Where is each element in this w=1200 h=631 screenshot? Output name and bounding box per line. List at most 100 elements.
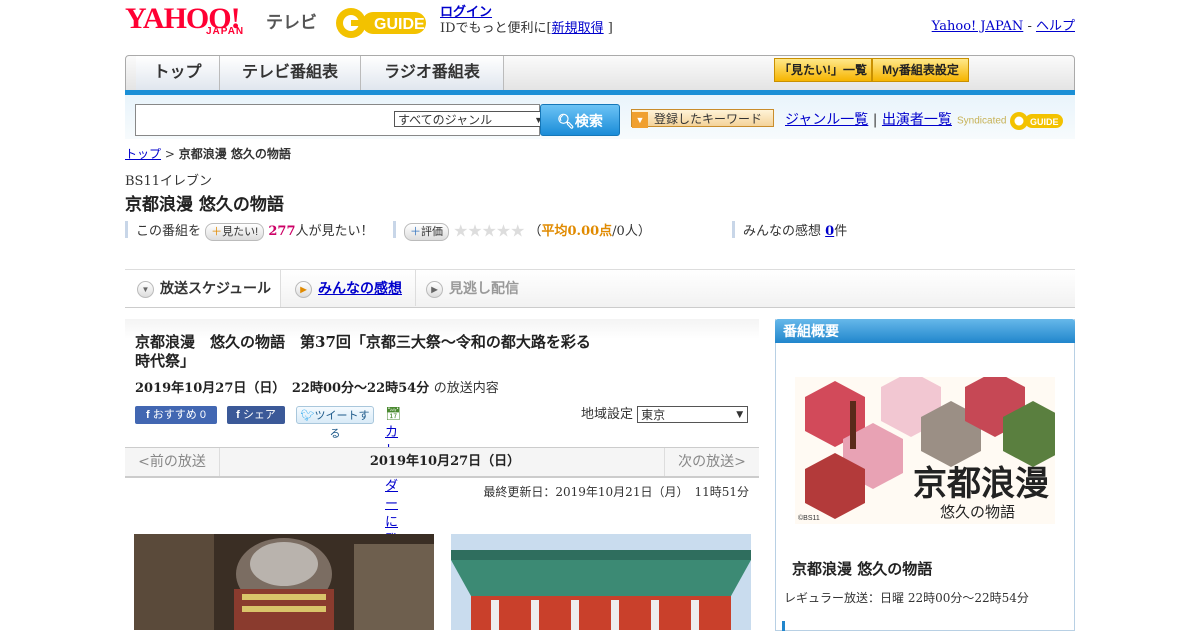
login-link[interactable]: ログイン [440, 5, 492, 20]
region-select[interactable]: 東京 ▼ [637, 406, 749, 423]
rating-divider [393, 221, 396, 238]
samurai-armor-image [134, 534, 434, 630]
facebook-share-button[interactable]: f シェア [227, 406, 285, 424]
chevron-down-icon: ▼ [137, 280, 154, 298]
facebook-share-label: シェア [242, 409, 276, 421]
mitai-button-label: 見たい! [222, 225, 259, 238]
performer-list-link[interactable]: 出演者一覧 [882, 112, 952, 128]
search-button[interactable]: 🔍︎検索 [540, 104, 620, 136]
nav-tab-tv-schedule[interactable]: テレビ番組表 [220, 56, 361, 90]
episode-title: 京都浪漫 悠久の物語 第37回「京都三大祭～令和の都大路を彩る時代祭」 [135, 333, 591, 370]
rating-average: 平均0.00点 [541, 224, 613, 239]
search-links: ジャンル一覧 | 出演者一覧 [785, 109, 952, 129]
impressions-group: みんなの感想 0件 [743, 220, 847, 239]
rate-button-label: 評価 [421, 225, 443, 238]
rating-divider [125, 221, 128, 238]
impressions-count-link[interactable]: 0 [825, 224, 834, 239]
rate-button[interactable]: ＋評価 [404, 222, 449, 241]
mitai-group: この番組を ＋見たい! 277人が見たい！ [136, 220, 374, 241]
program-overview-heading: 番組概要 [775, 319, 1075, 343]
episode-photo-shrine [451, 534, 751, 630]
tweet-label: ツイートする [314, 410, 370, 440]
impressions-suffix: 件 [834, 224, 848, 239]
plus-icon: ＋ [410, 225, 421, 238]
sidebar-program-title: 京都浪漫 悠久の物語 [792, 560, 933, 578]
svg-text:GUIDE: GUIDE [1030, 117, 1059, 127]
mitai-count: 277 [268, 224, 296, 239]
search-icon: 🔍︎ [557, 113, 575, 129]
plus-icon: ＋ [211, 225, 223, 238]
my-program-button[interactable]: My番組表設定 [872, 58, 969, 82]
main-navbar: トップ テレビ番組表 ラジオ番組表 「見たい!」一覧 My番組表設定 [125, 55, 1075, 91]
breadcrumb-separator: > [164, 147, 175, 161]
nav-tab-top[interactable]: トップ [136, 56, 220, 90]
mitai-list-button[interactable]: 「見たい!」一覧 [774, 58, 872, 82]
breadcrumb-current: 京都浪漫 悠久の物語 [178, 147, 291, 161]
region-select-value: 東京 [641, 408, 666, 422]
facebook-recommend-button[interactable]: f おすすめ 0 [135, 406, 217, 424]
mitai-button[interactable]: ＋見たい! [205, 222, 265, 241]
rating-people: /0人） [612, 224, 651, 239]
tab-schedule-label: 放送スケジュール [160, 280, 272, 296]
yahoo-japan-sublogo: JAPAN [206, 26, 245, 37]
gguide-small-icon: GUIDE [1010, 112, 1064, 130]
yahoo-japan-link[interactable]: Yahoo! JAPAN [932, 19, 1024, 34]
tab-missed-label: 見逃し配信 [449, 280, 519, 296]
nav-tab-radio-schedule[interactable]: ラジオ番組表 [361, 56, 504, 90]
signup-link[interactable]: 新規取得 [552, 21, 604, 36]
mitai-prefix: この番組を [136, 224, 202, 239]
episode-date: 2019年10月27日（日） 22時00分～22時54分 [135, 381, 430, 396]
login-block: ログイン IDでもっと便利に[新規取得 ] [440, 5, 613, 37]
search-input[interactable]: すべてのジャンル ▼ [135, 104, 547, 136]
genre-list-link[interactable]: ジャンル一覧 [785, 112, 868, 128]
facebook-icon: f [146, 409, 150, 421]
tab-impressions-label: みんなの感想 [318, 280, 402, 296]
genre-select[interactable]: すべてのジャンル ▼ [394, 111, 547, 127]
impressions-label: みんなの感想 [743, 224, 822, 239]
heian-shrine-image [451, 534, 751, 630]
svg-text:GUIDE: GUIDE [374, 16, 425, 33]
channel-name: BS11イレブン [125, 174, 213, 189]
login-text-close: ] [607, 21, 613, 36]
top-right-links: Yahoo! JAPAN - ヘルプ [932, 15, 1075, 34]
facebook-recommend-label: おすすめ 0 [152, 409, 206, 421]
content-tabs: ▼ 放送スケジュール ▶ みんなの感想 ▶ 見逃し配信 [125, 269, 1075, 308]
program-key-visual-image: 京都浪漫 悠久の物語 ©BS11 [795, 377, 1055, 524]
help-link[interactable]: ヘルプ [1036, 19, 1075, 34]
calendar-icon: 📅︎ [385, 407, 402, 422]
header-separator: - [1027, 19, 1032, 34]
twitter-bird-icon: 🐦︎ [300, 410, 315, 422]
triangle-down-icon: ▼ [632, 112, 648, 128]
chevron-right-icon: ▶ [426, 280, 443, 298]
breadcrumb: トップ > 京都浪漫 悠久の物語 [125, 145, 291, 162]
page-title: 京都浪漫 悠久の物語 [125, 195, 284, 215]
tweet-button[interactable]: 🐦︎ツイートする [296, 406, 374, 440]
facebook-icon: f [236, 409, 240, 421]
breadcrumb-top-link[interactable]: トップ [125, 147, 161, 161]
tv-label[interactable]: テレビ [266, 8, 317, 33]
next-broadcast-link[interactable]: 次の放送> [664, 448, 759, 476]
rating-bar: この番組を ＋見たい! 277人が見たい！ ＋評価 ★★★★★ （平均0.00点… [125, 220, 1075, 242]
mitai-suffix: 人が見たい！ [295, 224, 374, 239]
syndicated-gguide-badge: Syndicated GUIDE [957, 111, 1065, 131]
genre-select-value: すべてのジャンル [398, 113, 493, 127]
tab-missed-stream[interactable]: ▶ 見逃し配信 [415, 270, 519, 306]
regular-broadcast: レギュラー放送：日曜 22時00分～22時54分 [784, 591, 1029, 605]
key-visual-title: 京都浪漫 [913, 464, 1049, 504]
tab-schedule[interactable]: ▼ 放送スケジュール [125, 270, 281, 307]
search-area: すべてのジャンル ▼ 🔍︎検索 ▼ 登録したキーワード ジャンル一覧 | 出演者一… [125, 95, 1075, 139]
gguide-logo-icon: GUIDE [336, 8, 426, 38]
key-visual-credit: ©BS11 [798, 514, 820, 522]
region-label: 地域設定 [581, 407, 634, 422]
rating-paren: （ [528, 224, 542, 239]
program-key-visual: 京都浪漫 悠久の物語 ©BS11 [795, 377, 1055, 524]
episode-datetime: 2019年10月27日（日） 22時00分～22時54分 の放送内容 [135, 377, 499, 396]
rating-divider [732, 221, 735, 238]
program-overview-panel: 番組概要 京都浪漫 悠久の物語 ©BS11 京都浪漫 悠久の物語 レギュラー放送… [775, 319, 1075, 631]
tab-impressions[interactable]: ▶ みんなの感想 [295, 270, 402, 306]
registered-keyword-button[interactable]: ▼ 登録したキーワード [631, 109, 774, 128]
dropdown-arrow-icon: ▼ [736, 410, 744, 420]
prev-broadcast-link[interactable]: <前の放送 [125, 448, 220, 476]
region-setting: 地域設定 東京 ▼ [581, 406, 749, 424]
login-text: IDでもっと便利に[ [440, 21, 552, 36]
